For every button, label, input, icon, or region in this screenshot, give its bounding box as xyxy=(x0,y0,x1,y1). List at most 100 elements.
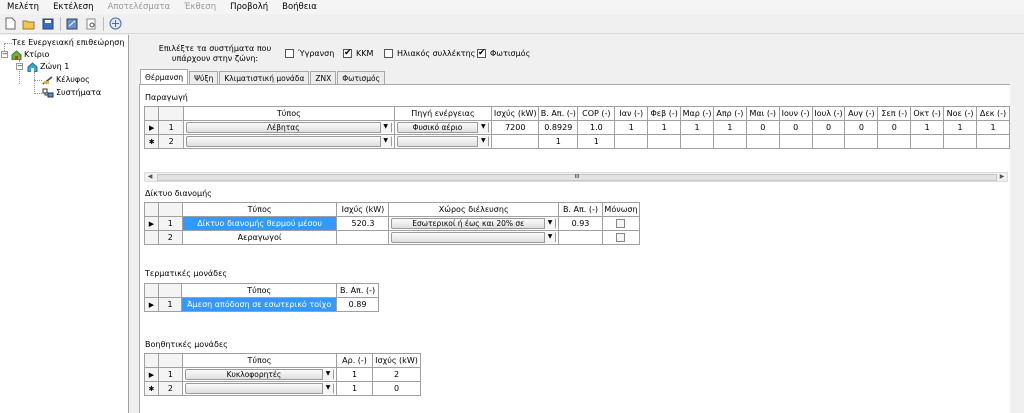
power-cell[interactable]: 2 xyxy=(372,367,421,382)
tree-node-building[interactable]: Κτίριο xyxy=(11,50,49,60)
month-cell[interactable] xyxy=(614,134,649,149)
month-cell[interactable] xyxy=(680,134,714,149)
source-cell[interactable]: ▼ xyxy=(393,134,493,149)
save-icon[interactable] xyxy=(41,17,55,31)
checkbox-solar-collector[interactable] xyxy=(384,49,393,58)
horizontal-scrollbar[interactable]: ◀ III ▶ xyxy=(144,172,1008,182)
efficiency-cell[interactable]: 0.93 xyxy=(558,216,603,231)
tree-node-shell[interactable]: Κέλυφος xyxy=(42,75,90,85)
calculate-icon[interactable] xyxy=(108,17,122,31)
menu-view[interactable]: Προβολή xyxy=(223,0,275,14)
cop-cell[interactable]: 1.0 xyxy=(577,120,616,135)
insulation-cell[interactable] xyxy=(601,230,641,245)
month-cell[interactable]: 0 xyxy=(811,120,846,135)
month-cell[interactable]: 0 xyxy=(745,120,780,135)
efficiency-cell[interactable]: 0.8929 xyxy=(538,120,579,135)
table-row[interactable]: ✱ 2 ▼ 1 0 xyxy=(144,381,421,396)
dropdown-arrow-icon[interactable]: ▼ xyxy=(544,232,556,243)
type-combobox[interactable]: Λέβητας ▼ xyxy=(186,122,392,133)
export-icon[interactable] xyxy=(65,17,79,31)
new-file-icon[interactable] xyxy=(3,17,17,31)
collapse-toggle[interactable]: − xyxy=(16,63,23,70)
dropdown-arrow-icon[interactable]: ▼ xyxy=(544,218,556,229)
month-cell[interactable] xyxy=(647,134,682,149)
table-row[interactable]: ✱ 2 ▼ ▼ 1 1 xyxy=(143,134,1011,149)
month-cell[interactable] xyxy=(712,134,747,149)
month-cell[interactable]: 0 xyxy=(778,120,813,135)
scroll-left-icon[interactable]: ◀ xyxy=(145,173,155,181)
space-cell[interactable]: Εσωτερικοί ή έως και 20% σε ▼ xyxy=(388,216,560,231)
month-cell[interactable] xyxy=(844,134,879,149)
aux-type-combobox[interactable]: Κυκλοφορητές ▼ xyxy=(184,369,335,380)
open-folder-icon[interactable] xyxy=(22,17,36,31)
checkbox-humidification[interactable] xyxy=(285,49,294,58)
count-cell[interactable]: 1 xyxy=(336,381,373,396)
table-row[interactable]: ▶ 1 Λέβητας ▼ Φυσικό αέριο ▼ 7200 0.8929 1… xyxy=(143,120,1011,135)
type-combobox[interactable]: ▼ xyxy=(186,136,392,147)
menu-report[interactable]: Έκθεση xyxy=(177,0,223,14)
tab-lighting[interactable]: Φωτισμός xyxy=(337,71,386,84)
power-cell[interactable]: 7200 xyxy=(491,120,540,135)
type-cell[interactable]: Αεραγωγοί xyxy=(181,230,338,245)
passage-space-combobox[interactable]: ▼ xyxy=(391,232,557,243)
efficiency-cell[interactable]: 1 xyxy=(538,134,579,149)
month-cell[interactable]: 1 xyxy=(910,120,945,135)
dropdown-arrow-icon[interactable]: ▼ xyxy=(379,122,391,133)
cop-cell[interactable]: 1 xyxy=(577,134,616,149)
dropdown-arrow-icon[interactable]: ▼ xyxy=(322,383,334,394)
collapse-toggle[interactable]: − xyxy=(1,51,8,58)
aux-type-combobox[interactable]: ▼ xyxy=(184,383,335,394)
month-cell[interactable]: 1 xyxy=(712,120,747,135)
system-solar-collector[interactable]: Ηλιακός συλλέκτης xyxy=(384,49,475,58)
insulation-checkbox[interactable] xyxy=(616,219,626,228)
tree-node-systems[interactable]: Συστήματα xyxy=(42,88,101,98)
tab-dhw[interactable]: ΖΝΧ xyxy=(310,71,337,84)
type-cell[interactable]: Λέβητας ▼ xyxy=(183,120,395,135)
tab-cooling[interactable]: Ψύξη xyxy=(189,71,219,84)
month-cell[interactable]: 1 xyxy=(680,120,714,135)
dropdown-arrow-icon[interactable]: ▼ xyxy=(379,136,391,147)
dropdown-arrow-icon[interactable]: ▼ xyxy=(322,369,334,380)
type-cell[interactable]: ▼ xyxy=(183,134,395,149)
tree-node-zone[interactable]: Ζώνη 1 xyxy=(27,62,69,72)
month-cell[interactable] xyxy=(910,134,945,149)
insulation-checkbox[interactable] xyxy=(616,233,626,242)
type-cell[interactable]: Δίκτυο διανομής θερμού μέσου xyxy=(181,216,338,231)
power-cell[interactable]: 0 xyxy=(372,381,421,396)
dropdown-arrow-icon[interactable]: ▼ xyxy=(477,122,489,133)
month-cell[interactable] xyxy=(745,134,780,149)
checkbox-kkm[interactable] xyxy=(343,48,352,58)
power-cell[interactable] xyxy=(336,230,390,245)
insulation-cell[interactable] xyxy=(601,216,641,231)
month-cell[interactable] xyxy=(975,134,1011,149)
month-cell[interactable] xyxy=(943,134,977,149)
month-cell[interactable]: 1 xyxy=(614,120,649,135)
type-cell[interactable]: Κυκλοφορητές ▼ xyxy=(181,367,338,382)
energy-source-combobox[interactable]: Φυσικό αέριο ▼ xyxy=(396,122,490,133)
menu-help[interactable]: Βοήθεια xyxy=(275,0,324,14)
menu-run[interactable]: Εκτέλεση xyxy=(46,0,101,14)
tree-node-root[interactable]: Τεε Ενεργειακή επιθεώρηση xyxy=(12,38,124,48)
month-cell[interactable]: 1 xyxy=(975,120,1011,135)
tab-heating[interactable]: Θέρμανση xyxy=(140,69,189,84)
menu-study[interactable]: Μελέτη xyxy=(0,0,46,14)
efficiency-cell[interactable] xyxy=(558,230,603,245)
scrollbar-thumb[interactable]: III xyxy=(157,174,997,181)
table-row[interactable]: ▶ 1 Δίκτυο διανομής θερμού μέσου 520.3 Ε… xyxy=(144,216,641,231)
table-row[interactable]: ▶ 1 Άμεση απόδοση σε εσωτερικό τοίχο 0.8… xyxy=(144,297,379,312)
type-cell[interactable]: Άμεση απόδοση σε εσωτερικό τοίχο xyxy=(181,297,338,312)
checkbox-lighting[interactable] xyxy=(477,48,486,58)
tab-air-handling[interactable]: Κλιματιστική μονάδα xyxy=(219,71,310,84)
type-cell[interactable]: ▼ xyxy=(181,381,338,396)
system-humidification[interactable]: Ύγρανση xyxy=(285,49,334,58)
month-cell[interactable] xyxy=(811,134,846,149)
space-cell[interactable]: ▼ xyxy=(388,230,560,245)
system-lighting[interactable]: Φωτισμός xyxy=(477,48,530,58)
system-kkm[interactable]: ΚΚΜ xyxy=(343,48,373,58)
power-cell[interactable] xyxy=(491,134,540,149)
month-cell[interactable]: 0 xyxy=(877,120,912,135)
month-cell[interactable]: 1 xyxy=(647,120,682,135)
passage-space-combobox[interactable]: Εσωτερικοί ή έως και 20% σε ▼ xyxy=(391,218,557,229)
table-row[interactable]: ▶ 1 Κυκλοφορητές ▼ 1 2 xyxy=(144,367,421,382)
dropdown-arrow-icon[interactable]: ▼ xyxy=(477,136,489,147)
